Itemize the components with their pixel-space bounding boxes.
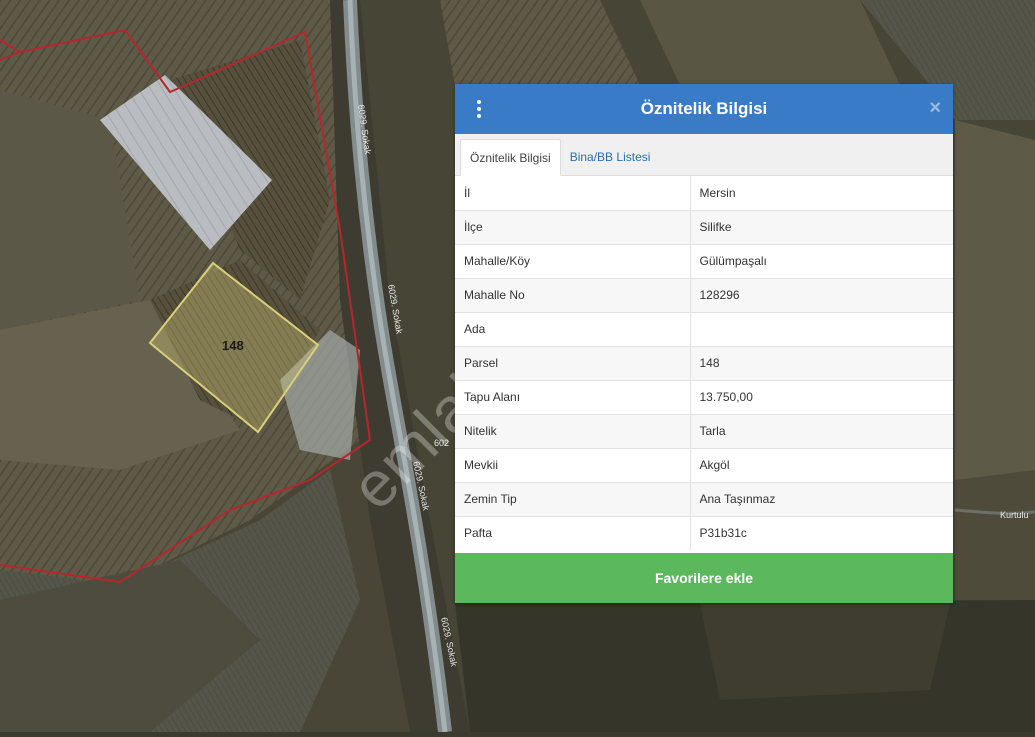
attribute-value: 128296 (690, 277, 953, 312)
popup-title: Öznitelik Bilgisi (640, 99, 768, 118)
attribute-key: Parsel (455, 345, 691, 380)
popup-tabs: Öznitelik Bilgisi Bina/BB Listesi (455, 134, 953, 176)
table-row: İl Mersin (455, 176, 953, 210)
road-label: 602 (434, 438, 449, 448)
vertical-dots-icon[interactable] (469, 96, 489, 122)
table-row: Parsel 148 (455, 345, 953, 380)
table-row: Mahalle/Köy Gülümpaşalı (455, 243, 953, 278)
table-row: Mahalle No 128296 (455, 277, 953, 312)
table-row: Mevkii Akgöl (455, 447, 953, 482)
attribute-key: Ada (455, 311, 691, 346)
attribute-key: Mahalle/Köy (455, 243, 691, 278)
table-row: İlçe Silifke (455, 209, 953, 244)
attribute-info-popup: Öznitelik Bilgisi × Öznitelik Bilgisi Bi… (455, 84, 953, 603)
popup-header: Öznitelik Bilgisi × (455, 84, 953, 134)
attribute-value: 13.750,00 (690, 379, 953, 414)
attribute-key: Zemin Tip (455, 481, 691, 516)
attribute-key: Pafta (455, 515, 691, 550)
attribute-key: Tapu Alanı (455, 379, 691, 414)
attribute-value: 148 (690, 345, 953, 380)
table-row: Zemin Tip Ana Taşınmaz (455, 481, 953, 516)
attribute-value (690, 311, 953, 346)
attribute-value: P31b31c (690, 515, 953, 550)
attribute-value: Mersin (699, 185, 736, 200)
close-icon[interactable]: × (929, 98, 941, 118)
tab-building-list[interactable]: Bina/BB Listesi (561, 138, 660, 175)
tab-attribute-info[interactable]: Öznitelik Bilgisi (460, 139, 561, 176)
attribute-key: İlçe (455, 209, 691, 244)
table-row: Nitelik Tarla (455, 413, 953, 448)
table-row: Pafta P31b31c (455, 515, 953, 550)
road-label: Kurtulu (1000, 510, 1029, 520)
attribute-key: Mahalle No (455, 277, 691, 312)
attribute-value: Tarla (690, 413, 953, 448)
add-to-favorites-button[interactable]: Favorilere ekle (455, 553, 953, 603)
attribute-key: İl (455, 176, 691, 210)
attribute-value: Ana Taşınmaz (690, 481, 953, 516)
attribute-value: Akgöl (690, 447, 953, 482)
attribute-value: Silifke (690, 209, 953, 244)
table-row: Ada (455, 311, 953, 346)
attribute-value: Gülümpaşalı (690, 243, 953, 278)
table-row: Tapu Alanı 13.750,00 (455, 379, 953, 414)
attribute-table: İl Mersin İlçe Silifke Mahalle/Köy Gülümpaşal… (455, 176, 953, 550)
attribute-key: Nitelik (455, 413, 691, 448)
parcel-number-label: 148 (222, 338, 244, 353)
attribute-key: Mevkii (455, 447, 691, 482)
